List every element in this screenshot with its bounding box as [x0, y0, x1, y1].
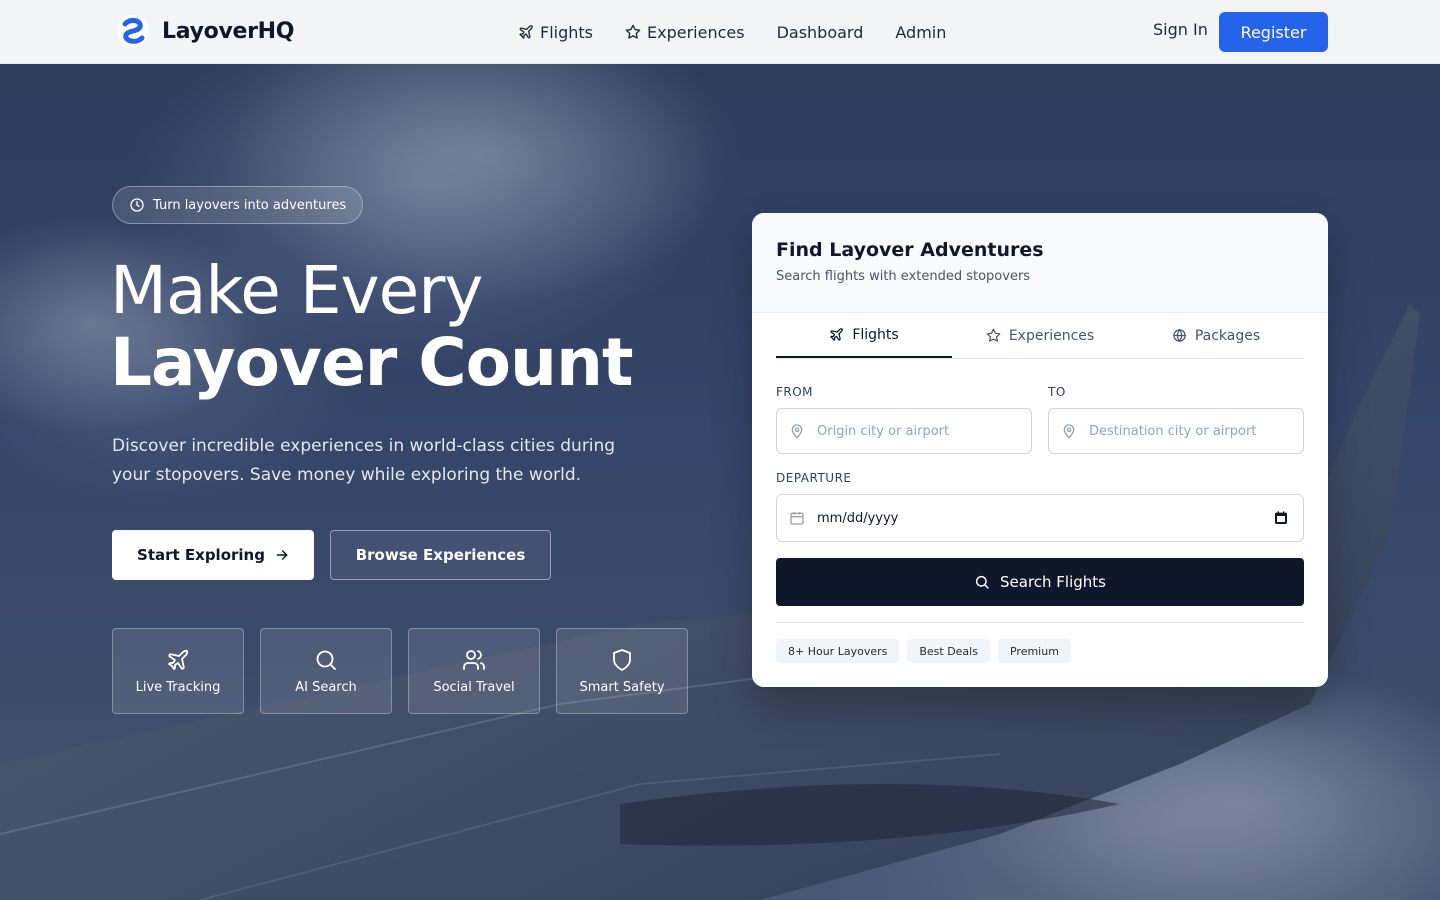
tag-8-hour-layovers[interactable]: 8+ Hour Layovers [776, 639, 900, 663]
nav-link-label: Dashboard [776, 22, 864, 42]
tag-premium[interactable]: Premium [997, 639, 1071, 663]
browse-experiences-button[interactable]: Browse Experiences [330, 530, 551, 580]
feature-social-travel[interactable]: Social Travel [408, 628, 540, 714]
sign-in-link[interactable]: Sign In [1153, 20, 1208, 39]
search-card-title: Find Layover Adventures [776, 239, 1044, 261]
nav-link-label: Admin [895, 22, 947, 42]
feature-label: Social Travel [433, 679, 515, 695]
departure-label: DEPARTURE [776, 471, 852, 485]
tab-label: Flights [852, 326, 899, 343]
tab-packages[interactable]: Packages [1128, 313, 1304, 358]
hero-title-line2: Layover Count [110, 324, 634, 401]
search-card-subtitle: Search flights with extended stopovers [776, 269, 1031, 284]
map-pin-icon [791, 424, 803, 439]
nav-link-flights[interactable]: Flights [518, 23, 593, 42]
hero-tagline-pill: Turn layovers into adventures [112, 186, 364, 224]
search-tabs: Flights Experiences Packages [776, 313, 1304, 359]
nav-link-dashboard[interactable]: Dashboard [777, 23, 864, 42]
search-card: Find Layover Adventures Search flights w… [752, 213, 1328, 687]
feature-label: AI Search [295, 679, 357, 695]
nav-link-experiences[interactable]: Experiences [625, 23, 745, 42]
shield-icon [613, 648, 631, 671]
to-label: TO [1048, 385, 1066, 399]
feature-smart-safety[interactable]: Smart Safety [556, 628, 688, 714]
tab-label: Experiences [1008, 327, 1095, 344]
feature-label: Live Tracking [135, 679, 221, 695]
departure-input[interactable]: mm/dd/yyyy [817, 511, 1261, 526]
card-divider [776, 622, 1304, 623]
map-pin-icon [1063, 424, 1075, 439]
hero-tagline-text: Turn layovers into adventures [153, 197, 347, 213]
globe-icon [1173, 328, 1186, 343]
calendar-picker-icon[interactable] [1273, 510, 1289, 526]
main-nav: Flights Experiences Dashboard Admin [518, 0, 946, 64]
feature-ai-search[interactable]: AI Search [260, 628, 392, 714]
feature-list: Live Tracking AI Search Social Travel Sm… [112, 628, 688, 714]
star-icon [625, 24, 641, 39]
tab-flights[interactable]: Flights [776, 313, 952, 358]
plane-icon [168, 649, 189, 670]
from-input[interactable] [817, 423, 1031, 439]
tab-label: Packages [1194, 327, 1261, 344]
star-icon [986, 328, 1001, 342]
to-input[interactable] [1089, 423, 1303, 439]
nav-link-admin[interactable]: Admin [895, 23, 946, 42]
from-field[interactable] [776, 408, 1032, 454]
users-icon [463, 649, 485, 670]
tab-experiences[interactable]: Experiences [952, 313, 1128, 358]
arrow-right-icon [276, 550, 288, 560]
nav-link-label: Flights [540, 22, 593, 42]
from-label: FROM [776, 385, 814, 399]
brand-logo[interactable]: LayoverHQ [116, 14, 294, 48]
nav-link-label: Experiences [647, 22, 745, 42]
search-icon [316, 650, 336, 670]
search-card-header: Find Layover Adventures Search flights w… [752, 213, 1328, 313]
brand-name: LayoverHQ [162, 18, 295, 44]
search-flights-label: Search Flights [1000, 573, 1106, 591]
start-exploring-label: Start Exploring [137, 546, 265, 564]
register-button[interactable]: Register [1219, 12, 1328, 52]
layoverhq-logo-icon [117, 15, 149, 47]
departure-field[interactable]: mm/dd/yyyy [776, 494, 1304, 542]
hero-title-line1: Make Every [110, 252, 483, 329]
filter-tags: 8+ Hour Layovers Best Deals Premium [776, 639, 1071, 663]
search-icon [975, 575, 989, 589]
to-field[interactable] [1048, 408, 1304, 454]
feature-label: Smart Safety [579, 679, 665, 695]
top-navbar: LayoverHQ Flights Experiences Dashboard … [0, 0, 1440, 64]
search-flights-button[interactable]: Search Flights [776, 558, 1304, 606]
feature-live-tracking[interactable]: Live Tracking [112, 628, 244, 714]
tag-best-deals[interactable]: Best Deals [907, 639, 990, 663]
plane-icon [519, 25, 533, 39]
start-exploring-button[interactable]: Start Exploring [112, 530, 314, 580]
clock-icon [130, 198, 144, 212]
calendar-icon [790, 512, 804, 525]
plane-icon [830, 328, 844, 341]
hero-description: Discover incredible experiences in world… [112, 436, 616, 485]
